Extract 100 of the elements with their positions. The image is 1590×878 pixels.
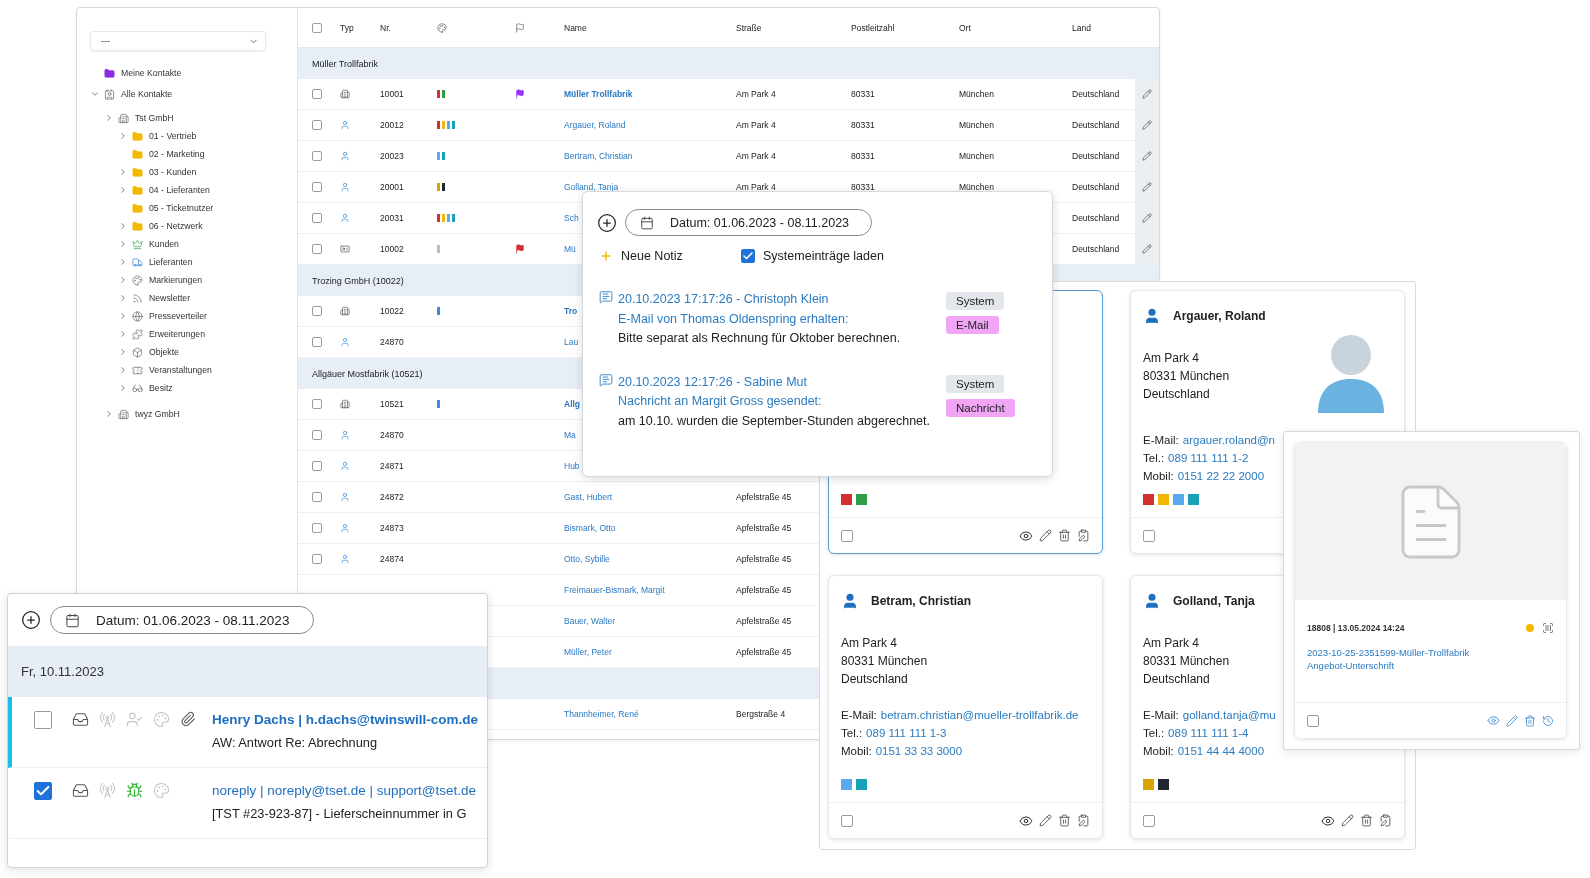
tree-item[interactable]: Objekte [89,343,297,361]
add-icon[interactable] [597,212,617,233]
tree-item[interactable]: 04 - Lieferanten [89,181,297,199]
checkbox[interactable] [312,461,322,471]
checkbox[interactable] [1307,714,1319,727]
contact-link[interactable]: golland.tanja@mu [1182,706,1276,724]
contact-link[interactable]: Argauer, Roland [564,120,626,130]
tree-item[interactable]: 01 - Vertrieb [89,127,297,145]
contact-link[interactable]: Bertram, Christian [564,151,633,161]
contact-link[interactable]: Müller Trollfabrik [564,89,633,99]
tree-item[interactable]: 05 - Ticketnutzer [89,199,297,217]
mail-item[interactable]: noreply | noreply@tset.de | support@tset.de [TST #23-923-87] - Lieferscheinnummer in G [8,768,487,839]
pencil-icon[interactable] [1142,213,1152,223]
chevron-right-icon[interactable] [104,113,114,123]
chevron-right-icon[interactable] [104,409,114,419]
note-subject-link[interactable]: E-Mail von Thomas Oldenspring erhalten: [618,309,901,329]
trash-icon[interactable] [1058,529,1071,542]
date-range-button[interactable]: Datum: 01.06.2023 - 08.11.2023 [625,209,872,236]
column-header[interactable]: Land [1072,22,1091,33]
checkbox[interactable] [1143,814,1155,827]
pencil-icon[interactable] [1039,814,1052,827]
contact-link[interactable]: 0151 33 33 3000 [875,742,963,760]
tree-item[interactable]: Besitz [89,379,297,397]
chevron-right-icon[interactable] [118,257,128,267]
chevron-right-icon[interactable] [118,185,128,195]
tree-item[interactable]: Alle Kontakte [89,85,297,103]
contact-link[interactable]: Freimauer-Bismark, Margit [564,585,665,595]
add-icon[interactable] [21,610,41,630]
note-title-link[interactable]: 20.10.2023 17:17:26 - Christoph Klein [618,290,901,310]
checkbox[interactable] [312,430,322,440]
date-range-button[interactable]: Datum: 01.06.2023 - 08.11.2023 [50,606,314,634]
contact-link[interactable]: 089 111 111 1-2 [1168,449,1249,467]
contact-link[interactable]: Thannheimer, René [564,709,639,719]
chevron-right-icon[interactable] [118,293,128,303]
chevron-right-icon[interactable] [118,383,128,393]
pencil-icon[interactable] [1142,151,1152,161]
contact-link[interactable]: Sch [564,213,579,223]
checkbox[interactable] [312,337,322,347]
chevron-right-icon[interactable] [118,347,128,357]
checkbox[interactable] [312,22,322,33]
pencil-icon[interactable] [1039,529,1052,542]
chevron-right-icon[interactable] [118,239,128,249]
checkbox[interactable] [312,306,322,316]
contact-link[interactable]: Bismark, Otto [564,523,616,533]
column-header[interactable]: Straße [736,22,762,33]
pencil-icon[interactable] [1142,244,1152,254]
contact-link[interactable]: 089 111 111 1-4 [1168,724,1249,742]
eye-icon[interactable] [1321,813,1335,828]
note-subject-link[interactable]: Nachricht an Margit Gross gesendet: [618,392,930,412]
clipboard-icon[interactable] [1077,529,1090,542]
contact-link[interactable]: 0151 22 22 2000 [1177,467,1265,485]
sender-link[interactable]: Henry Dachs | h.dachs@twinswill-com.de [212,712,478,727]
tree-item[interactable]: Newsletter [89,289,297,307]
checkbox[interactable] [312,244,322,254]
new-note-button[interactable]: Neue Notiz [599,249,741,263]
contact-link[interactable]: 089 111 111 1-3 [866,724,947,742]
tree-item[interactable]: Erweiterungen [89,325,297,343]
contact-link[interactable]: Hub [564,461,580,471]
barcode-icon[interactable] [1542,622,1554,634]
eye-icon[interactable] [1019,528,1033,543]
tree-item[interactable]: 03 - Kunden [89,163,297,181]
file-card[interactable]: 18808 | 13.05.2024 14:24 2023-10-25-2351599-Müller-Trollfabrik Angebot-Unterschrift [1294,442,1567,739]
tree-item[interactable]: Markierungen [89,271,297,289]
palette-icon[interactable] [437,22,447,33]
contact-link[interactable]: betram.christian@mueller-trollfabrik.de [880,706,1079,724]
chevron-right-icon[interactable] [118,131,128,141]
chevron-right-icon[interactable] [118,311,128,321]
checkbox[interactable] [841,814,853,827]
checkbox[interactable] [312,89,322,99]
clipboard-icon[interactable] [1379,814,1392,827]
contact-link[interactable]: Ma [564,430,576,440]
chevron-right-icon[interactable] [118,221,128,231]
contact-link[interactable]: Tro [564,306,578,316]
checkbox[interactable] [312,213,322,223]
pencil-icon[interactable] [1506,714,1518,727]
checkbox[interactable] [741,249,755,263]
tree-item[interactable]: Lieferanten [89,253,297,271]
contact-link[interactable]: Müller, Peter [564,647,612,657]
trash-icon[interactable] [1058,814,1071,827]
trash-icon[interactable] [1524,714,1536,727]
contact-link[interactable]: Bauer, Walter [564,616,616,626]
mail-item[interactable]: Henry Dachs | h.dachs@twinswill-com.de AW: Antwort Re: Abrechnung [8,697,487,768]
pencil-icon[interactable] [1142,89,1152,99]
checkbox[interactable] [312,151,322,161]
checkbox[interactable] [1143,529,1155,542]
contact-link[interactable]: Otto, Sybille [564,554,610,564]
contact-link[interactable]: Gast, Hubert [564,492,613,502]
checkbox[interactable] [34,782,52,800]
note-title-link[interactable]: 20.10.2023 12:17:26 - Sabine Mut [618,372,930,392]
chevron-right-icon[interactable] [118,365,128,375]
tree-item[interactable]: twyz GmbH [89,405,297,423]
column-header[interactable]: Ort [959,22,971,33]
contact-link[interactable]: Golland, Tanja [564,182,619,192]
column-header[interactable]: Nr. [380,22,391,33]
column-header[interactable]: Typ [340,22,354,33]
filter-dropdown[interactable]: --- [90,31,266,51]
flag-icon[interactable] [515,22,525,33]
pencil-icon[interactable] [1142,120,1152,130]
tree-item[interactable]: Tst GmbH [89,109,297,127]
tree-item[interactable]: Presseverteiler [89,307,297,325]
